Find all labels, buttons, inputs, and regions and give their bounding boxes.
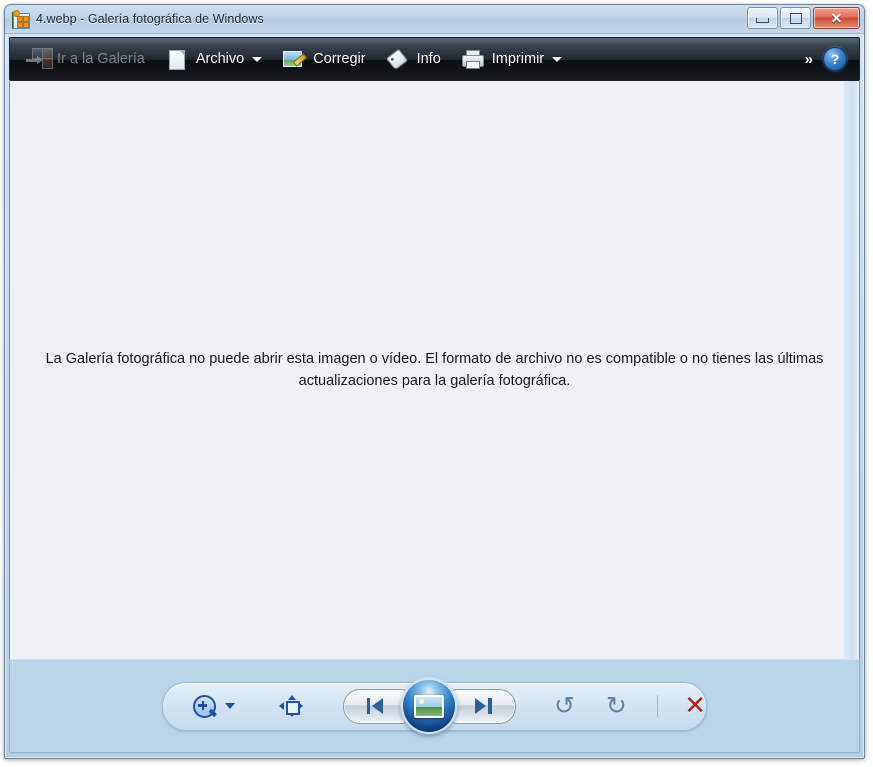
maximize-button[interactable] <box>780 7 811 29</box>
error-message: La Galería fotográfica no puede abrir es… <box>45 351 824 389</box>
maximize-icon <box>789 12 802 24</box>
previous-image-icon <box>366 698 371 714</box>
control-capsule: ↺ ↻ ✕ <box>162 678 707 734</box>
close-icon: ✕ <box>830 10 843 26</box>
fit-to-window-icon <box>286 701 300 715</box>
chevron-down-icon <box>225 703 235 709</box>
toolbar-label-corregir: Corregir <box>313 51 366 67</box>
photo-gallery-window: 4.webp - Galería fotográfica de Windows … <box>4 4 865 759</box>
minimize-icon <box>756 18 769 23</box>
toolbar-label-info: Info <box>416 51 441 67</box>
image-viewer-area: La Galería fotográfica no puede abrir es… <box>9 81 860 659</box>
desktop-background: 4.webp - Galería fotográfica de Windows … <box>0 0 873 767</box>
close-button[interactable]: ✕ <box>813 7 860 29</box>
toolbar-item-corregir[interactable]: Corregir <box>272 42 375 76</box>
previous-image-button[interactable] <box>342 688 408 724</box>
next-image-button[interactable] <box>451 688 516 724</box>
toolbar-label-imprimir: Imprimir <box>491 51 545 67</box>
tag-icon <box>385 48 410 71</box>
toolbar-item-info[interactable]: Info <box>376 42 451 76</box>
next-image-icon <box>488 698 492 714</box>
rotate-counterclockwise-icon: ↺ <box>553 691 575 720</box>
title-bar: 4.webp - Galería fotográfica de Windows … <box>5 5 864 34</box>
fit-to-window-button[interactable] <box>279 695 303 717</box>
document-icon <box>165 48 189 70</box>
window-controls: ✕ <box>747 7 860 29</box>
photo-edit-icon <box>282 48 308 70</box>
slideshow-button[interactable] <box>401 678 457 734</box>
rotate-clockwise-button[interactable]: ↻ <box>605 691 627 720</box>
delete-x-icon: ✕ <box>684 691 707 721</box>
minimize-button[interactable] <box>747 7 778 29</box>
delete-button[interactable]: ✕ <box>684 691 707 721</box>
slideshow-photo-icon <box>414 694 445 718</box>
control-divider <box>657 695 659 717</box>
help-icon[interactable]: ? <box>823 47 847 71</box>
toolbar-label-archivo: Archivo <box>195 51 245 67</box>
gallery-grid-icon <box>26 48 53 70</box>
chevron-down-icon <box>552 56 563 62</box>
toolbar-label-gallery: Ir a la Galería <box>57 51 145 67</box>
zoom-control[interactable] <box>193 694 235 718</box>
toolbar-item-gallery[interactable]: Ir a la Galería <box>16 42 155 76</box>
bottom-control-bar: ↺ ↻ ✕ <box>9 659 860 753</box>
rotate-clockwise-icon: ↻ <box>605 691 627 720</box>
rotate-counterclockwise-button[interactable]: ↺ <box>553 691 576 720</box>
main-toolbar: Ir a la Galería Archivo Corregir Info Im… <box>9 37 860 81</box>
viewer-right-edge <box>844 81 859 659</box>
toolbar-item-imprimir[interactable]: Imprimir <box>451 42 572 76</box>
toolbar-overflow-icon[interactable]: » <box>795 51 823 68</box>
zoom-in-magnifier-icon <box>193 694 216 718</box>
toolbar-item-archivo[interactable]: Archivo <box>155 42 272 76</box>
photo-gallery-icon <box>12 10 30 29</box>
window-title: 4.webp - Galería fotográfica de Windows <box>36 12 264 26</box>
chevron-down-icon <box>252 56 263 62</box>
printer-icon <box>461 48 485 70</box>
